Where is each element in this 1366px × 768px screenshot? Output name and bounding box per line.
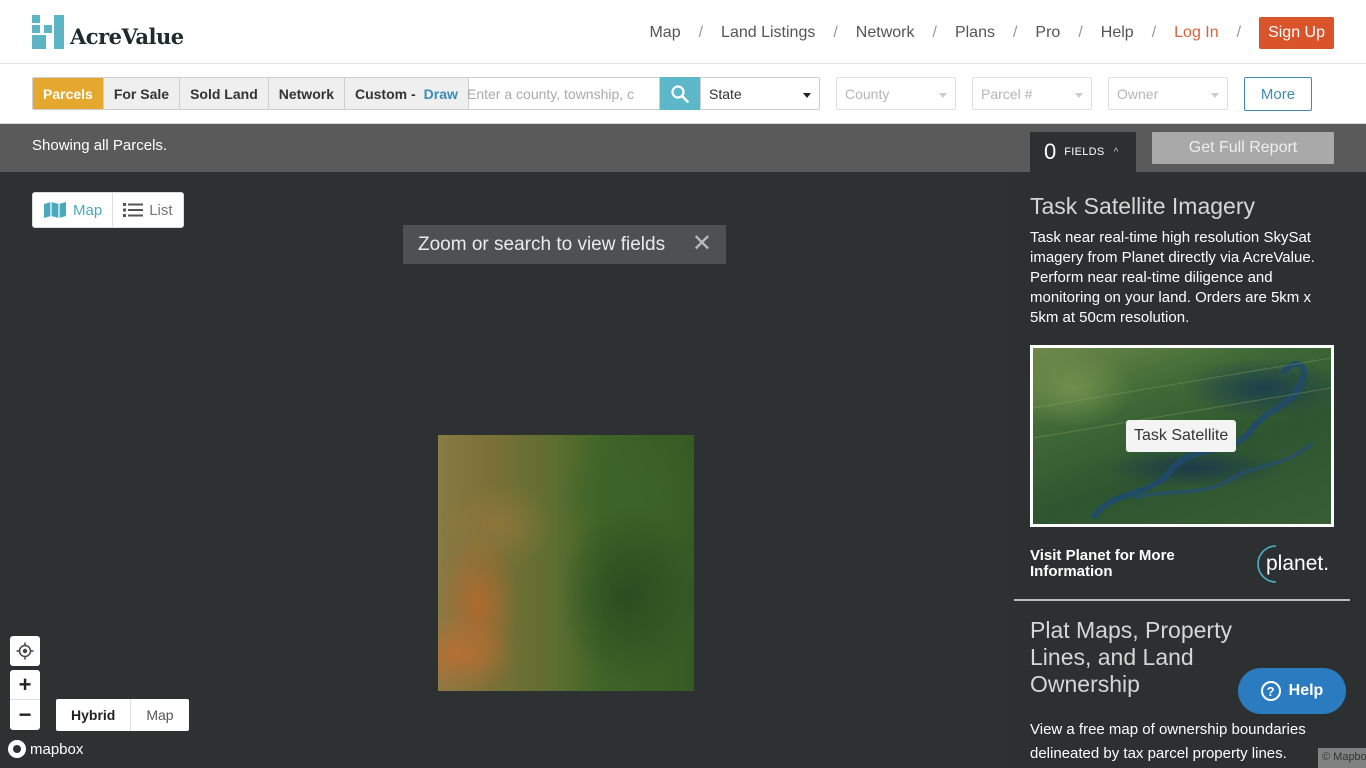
signup-button[interactable]: Sign Up [1259,17,1334,49]
list-view-label: List [149,201,173,219]
main-nav: Map / Land Listings / Network / Plans / … [649,16,1334,50]
brand-name: AcreValue [70,23,184,49]
chevron-down-icon [1211,93,1219,98]
tab-custom[interactable]: Custom - Draw [344,78,468,109]
close-icon[interactable]: ✕ [692,232,712,256]
list-icon [123,203,144,217]
county-select[interactable]: County [836,77,956,110]
tab-parcels[interactable]: Parcels [33,78,104,109]
planet-logo[interactable]: planet. [1254,544,1334,584]
tab-network[interactable]: Network [268,78,345,109]
zoom-in-button[interactable]: + [10,670,40,700]
nav-help[interactable]: Help [1101,24,1134,42]
mapbox-icon [8,740,26,758]
tab-custom-label: Custom - [354,85,416,102]
zoom-message-text: Zoom or search to view fields [418,233,666,255]
planet-logo-icon: planet. [1257,545,1329,583]
parcel-select-placeholder: Parcel # [981,85,1033,102]
fields-toggle[interactable]: 0 FIELDS ^ [1030,132,1136,172]
state-select-value: State [709,85,742,102]
mapbox-logo[interactable]: mapbox [8,740,83,758]
chevron-down-icon [939,93,947,98]
mapbox-wordmark: mapbox [30,740,84,758]
planet-logo-text: planet. [1266,552,1329,575]
zoom-controls: + − [10,670,40,730]
zoom-out-button[interactable]: − [10,700,40,730]
layer-tabs: Parcels For Sale Sold Land Network Custo… [32,77,469,110]
nav-pro[interactable]: Pro [1035,24,1060,42]
more-filters-button[interactable]: More [1244,77,1312,111]
get-full-report-button[interactable]: Get Full Report [1152,132,1334,164]
nav-network[interactable]: Network [856,24,915,42]
location-search-input[interactable]: Enter a county, township, c [459,77,660,110]
tab-for-sale[interactable]: For Sale [103,78,181,109]
fields-label: FIELDS [1064,146,1105,158]
nav-plans[interactable]: Plans [955,24,995,42]
state-select[interactable]: State [700,77,820,110]
help-label: Help [1288,682,1324,699]
filter-bar: Parcels For Sale Sold Land Network Custo… [0,64,1366,124]
plat-maps-description: View a free map of ownership boundaries … [1030,721,1306,762]
basemap-map-button[interactable]: Map [131,699,188,731]
panel-description: Task near real-time high resolution SkyS… [1030,229,1315,326]
map-attribution[interactable]: © Mapbox [1318,748,1366,768]
crosshair-icon [16,642,34,660]
owner-select-placeholder: Owner [1117,85,1159,102]
basemap-toggle: Hybrid Map [56,699,189,731]
nav-separator: / [1012,24,1018,41]
fields-count: 0 [1044,139,1057,164]
nav-separator: / [1078,24,1083,41]
top-header: AcreValue Map / Land Listings / Network … [0,0,1366,64]
acrevalue-logo[interactable]: AcreValue [32,15,184,49]
question-icon: ? [1260,681,1281,701]
tab-sold-land[interactable]: Sold Land [180,78,269,109]
chevron-down-icon [1075,93,1083,98]
map-view-label: Map [73,201,103,219]
parcel-select[interactable]: Parcel # [972,77,1092,110]
panel-divider [1014,599,1350,601]
logo-mark-icon [32,15,64,49]
nav-separator: / [932,24,937,41]
nav-separator: / [1151,24,1157,41]
panel-title: Task Satellite Imagery [1030,193,1255,219]
nav-map[interactable]: Map [649,24,680,42]
visit-planet-link[interactable]: Visit Planet for More Information [1030,548,1220,580]
owner-select[interactable]: Owner [1108,77,1228,110]
chevron-up-icon: ^ [1113,146,1119,158]
map-icon [44,202,66,218]
satellite-tile [438,435,694,691]
basemap-hybrid-button[interactable]: Hybrid [56,699,132,731]
help-button[interactable]: ? Help [1238,668,1346,714]
view-toggle: Map List [32,192,184,228]
county-select-placeholder: County [845,85,890,102]
draw-link[interactable]: Draw [424,86,458,102]
plat-maps-title: Plat Maps, Property Lines, and Land Owne… [1030,617,1232,697]
nav-land-listings[interactable]: Land Listings [721,24,815,42]
map-view-button[interactable]: Map [33,193,114,227]
list-view-button[interactable]: List [113,193,182,227]
nav-separator: / [698,24,704,41]
nav-separator: / [1236,24,1242,41]
nav-separator: / [833,24,838,41]
search-button[interactable] [660,77,700,110]
chevron-down-icon [803,93,811,98]
status-text: Showing all Parcels. [32,137,168,154]
zoom-message: Zoom or search to view fields ✕ [403,225,726,264]
task-satellite-button[interactable]: Task Satellite [1126,420,1237,452]
search-icon [671,84,689,103]
geolocate-button[interactable] [10,636,40,666]
login-link[interactable]: Log In [1174,24,1218,42]
